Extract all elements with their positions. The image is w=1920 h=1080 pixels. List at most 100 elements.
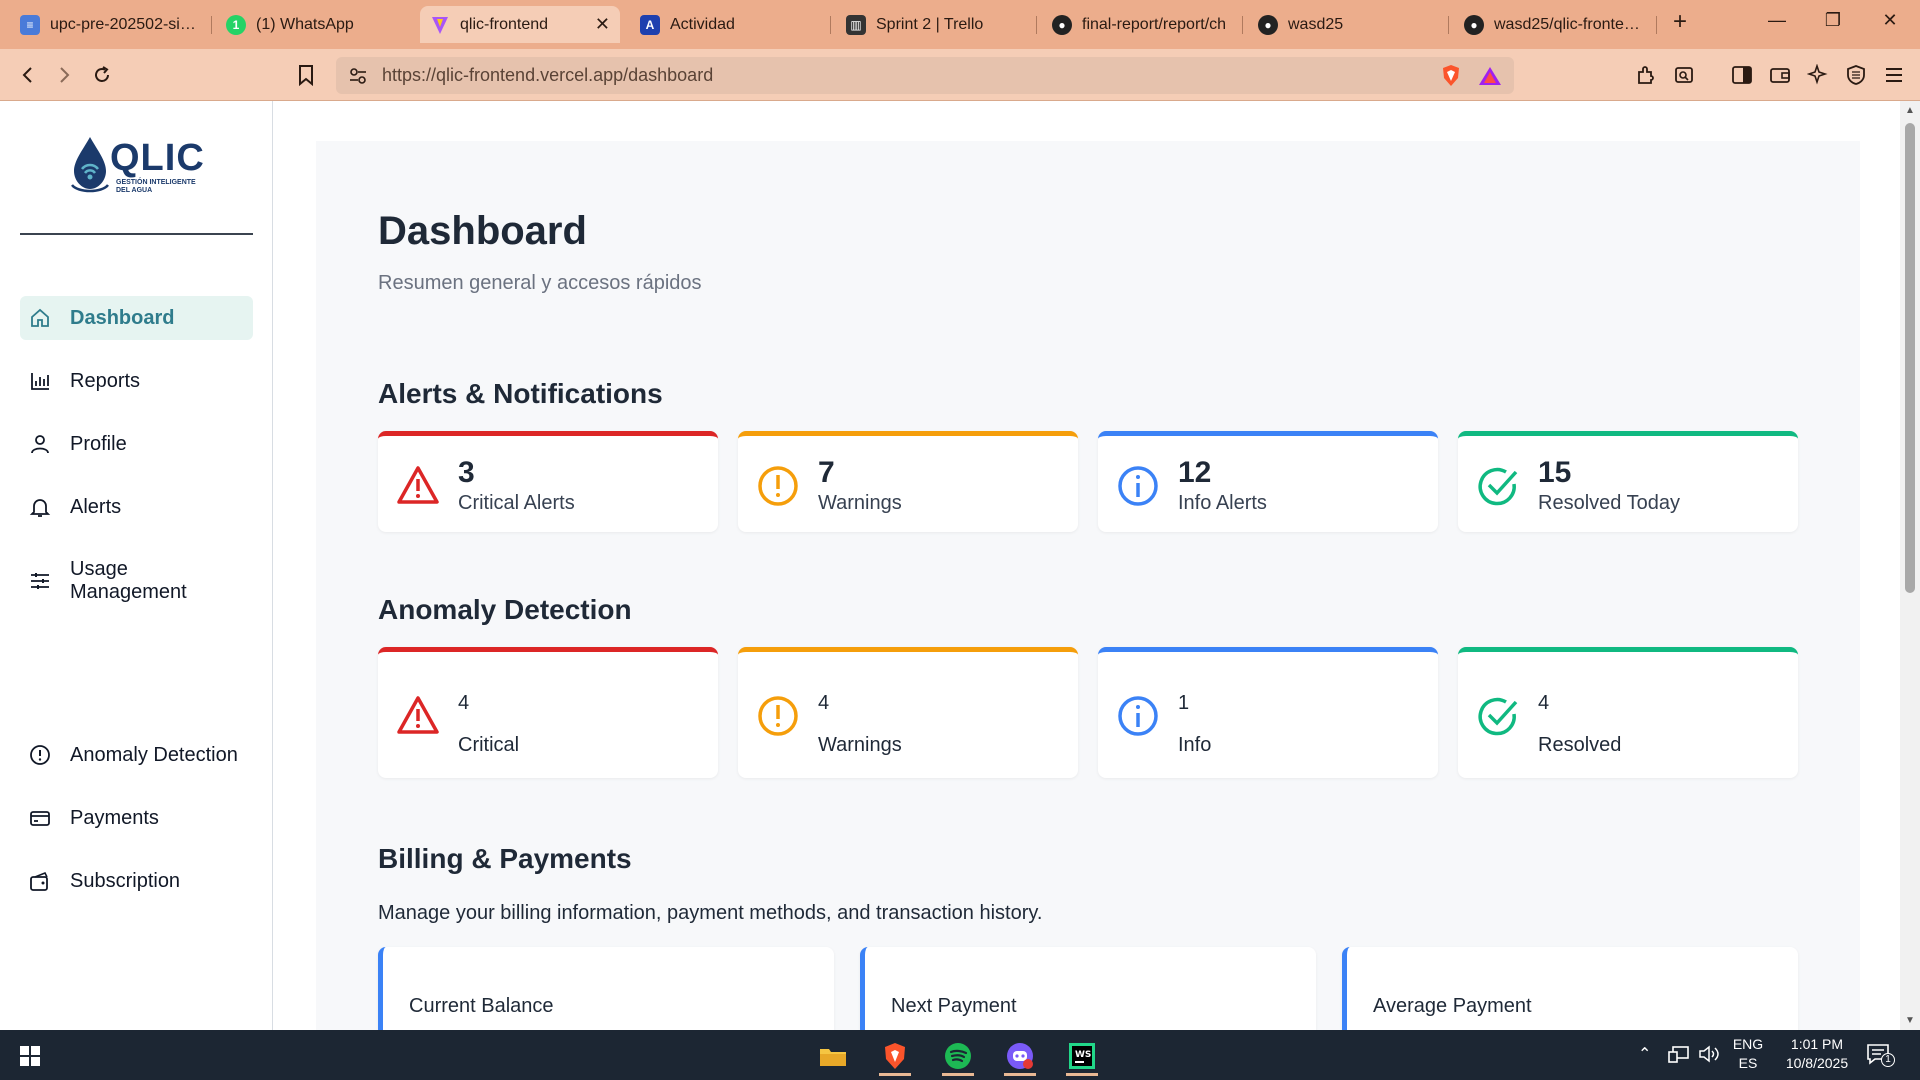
anomaly-card-critical[interactable]: 4 Critical — [378, 647, 718, 778]
whatsapp-icon: 1 — [226, 14, 246, 35]
notification-count-badge: 1 — [1881, 1053, 1895, 1067]
billing-card-average-payment[interactable]: Average Payment — [1342, 947, 1798, 1030]
subscription-icon — [28, 869, 52, 893]
alert-count: 3 — [458, 456, 475, 489]
anomaly-card-warnings[interactable]: 4 Warnings — [738, 647, 1078, 778]
info-circle-icon — [1118, 696, 1158, 736]
bookmark-icon[interactable] — [292, 61, 320, 89]
anomaly-count: 4 — [458, 692, 470, 714]
tab-label: wasd25 — [1288, 15, 1344, 33]
window-close-icon[interactable]: ✕ — [1875, 10, 1905, 31]
alert-circle-icon — [28, 743, 52, 767]
dashboard-panel: Dashboard Resumen general y accesos rápi… — [316, 141, 1860, 1030]
tab-label: Sprint 2 | Trello — [876, 15, 984, 33]
anomaly-card-resolved[interactable]: 4 Resolved — [1458, 647, 1798, 778]
menu-icon[interactable] — [1880, 61, 1908, 89]
billing-description: Manage your billing information, payment… — [378, 902, 1043, 924]
brave-browser-icon[interactable] — [871, 1036, 919, 1076]
windows-start-icon[interactable] — [6, 1036, 54, 1076]
volume-icon[interactable] — [1698, 1044, 1720, 1069]
scrollbar-thumb[interactable] — [1905, 123, 1915, 593]
alert-card-warnings[interactable]: 7 Warnings — [738, 431, 1078, 532]
address-bar[interactable]: https://qlic-frontend.vercel.app/dashboa… — [336, 57, 1514, 94]
warning-triangle-icon — [397, 696, 439, 734]
discord-icon[interactable] — [996, 1036, 1044, 1076]
sidebar-item-alerts[interactable]: Alerts — [20, 485, 253, 529]
notifications-icon[interactable]: 1 — [1866, 1042, 1895, 1073]
sidebar-item-reports[interactable]: Reports — [20, 359, 253, 403]
date-text: 10/8/2025 — [1785, 1055, 1849, 1071]
tab-actividad[interactable]: A Actividad — [630, 6, 826, 43]
tab-github-report[interactable]: ● final-report/report/ch — [1042, 6, 1238, 43]
anomaly-label: Warnings — [818, 734, 902, 756]
close-tab-icon[interactable]: ✕ — [587, 14, 610, 35]
browser-toolbar: https://qlic-frontend.vercel.app/dashboa… — [0, 49, 1920, 101]
check-circle-icon — [1478, 467, 1518, 506]
minimize-icon[interactable]: — — [1762, 10, 1792, 31]
tab-github-qlic[interactable]: ● wasd25/qlic-frontend — [1454, 6, 1650, 43]
qlic-logo[interactable]: QLIC GESTIÓN INTELIGENTE DEL AGUA — [70, 131, 210, 201]
wallet-icon[interactable] — [1766, 61, 1794, 89]
sidebar-item-payments[interactable]: Payments — [20, 796, 253, 840]
file-explorer-icon[interactable] — [809, 1036, 857, 1076]
brave-shields-icon[interactable] — [1440, 64, 1462, 93]
logo-subtitle: GESTIÓN INTELIGENTE DEL AGUA — [116, 179, 196, 194]
sidebar-item-label: Subscription — [70, 869, 181, 892]
clock[interactable]: 1:01 PM 10/8/2025 — [1772, 1035, 1862, 1073]
app-icon: A — [640, 14, 660, 35]
webstorm-icon[interactable]: WS — [1058, 1036, 1106, 1076]
tray-overflow-icon[interactable]: ⌃ — [1638, 1044, 1651, 1064]
url-text: https://qlic-frontend.vercel.app/dashboa… — [382, 65, 714, 85]
alert-card-critical[interactable]: 3 Critical Alerts — [378, 431, 718, 532]
network-icon[interactable] — [1668, 1044, 1690, 1069]
sidebar-item-usage-management[interactable]: Usage Management — [20, 554, 253, 608]
vpn-icon[interactable] — [1842, 61, 1870, 89]
scroll-up-icon[interactable]: ▲ — [1905, 105, 1915, 116]
tab-docs[interactable]: ≡ upc-pre-202502-si385 — [10, 6, 206, 43]
language-indicator[interactable]: ENG ES — [1730, 1035, 1766, 1073]
scroll-down-icon[interactable]: ▼ — [1905, 1015, 1915, 1026]
anomaly-label: Resolved — [1538, 734, 1622, 756]
alert-card-info[interactable]: 12 Info Alerts — [1098, 431, 1438, 532]
new-tab-button[interactable]: + — [1665, 8, 1695, 36]
time-text: 1:01 PM — [1790, 1036, 1844, 1052]
credit-card-icon — [28, 806, 52, 830]
page-subtitle: Resumen general y accesos rápidos — [378, 272, 702, 294]
sidebar-item-subscription[interactable]: Subscription — [20, 859, 253, 903]
alert-card-resolved[interactable]: 15 Resolved Today — [1458, 431, 1798, 532]
tab-github-wasd25[interactable]: ● wasd25 — [1248, 6, 1444, 43]
sidebar-item-label: Reports — [70, 369, 141, 392]
sidebar-item-dashboard[interactable]: Dashboard — [20, 296, 253, 340]
bell-icon — [28, 495, 52, 519]
anomaly-label: Info — [1178, 734, 1212, 756]
sidebar-item-anomaly-detection[interactable]: Anomaly Detection — [20, 733, 253, 777]
billing-card-title: Current Balance — [409, 995, 554, 1017]
warning-triangle-icon — [397, 466, 439, 504]
reload-icon[interactable] — [88, 61, 116, 89]
anomaly-card-info[interactable]: 1 Info — [1098, 647, 1438, 778]
alert-count: 7 — [818, 456, 835, 489]
vite-icon — [430, 15, 450, 35]
user-icon — [28, 432, 52, 456]
restore-icon[interactable]: ❐ — [1818, 10, 1848, 31]
screenshot-icon[interactable] — [1670, 61, 1698, 89]
alert-label: Resolved Today — [1538, 492, 1680, 514]
leo-ai-icon[interactable] — [1804, 61, 1832, 89]
brave-rewards-icon[interactable] — [1478, 65, 1502, 92]
tab-whatsapp[interactable]: 1 (1) WhatsApp — [216, 6, 412, 43]
sidebar-item-profile[interactable]: Profile — [20, 422, 253, 466]
billing-card-current-balance[interactable]: Current Balance — [378, 947, 834, 1030]
extensions-icon[interactable] — [1632, 61, 1660, 89]
taskbar: WS ⌃ ENG ES 1:01 PM 10/8/2025 1 — [0, 1030, 1920, 1080]
billing-heading: Billing & Payments — [378, 843, 632, 874]
billing-card-next-payment[interactable]: Next Payment — [860, 947, 1316, 1030]
forward-icon[interactable] — [50, 61, 78, 89]
site-settings-icon[interactable] — [348, 66, 368, 91]
sidebar-toggle-icon[interactable] — [1728, 61, 1756, 89]
spotify-icon[interactable] — [934, 1036, 982, 1076]
sidebar-item-label: Usage Management — [70, 558, 187, 603]
tab-trello[interactable]: ▥ Sprint 2 | Trello — [836, 6, 1032, 43]
github-icon: ● — [1258, 14, 1278, 35]
tab-qlic-frontend[interactable]: qlic-frontend ✕ — [420, 6, 620, 43]
back-icon[interactable] — [14, 61, 42, 89]
